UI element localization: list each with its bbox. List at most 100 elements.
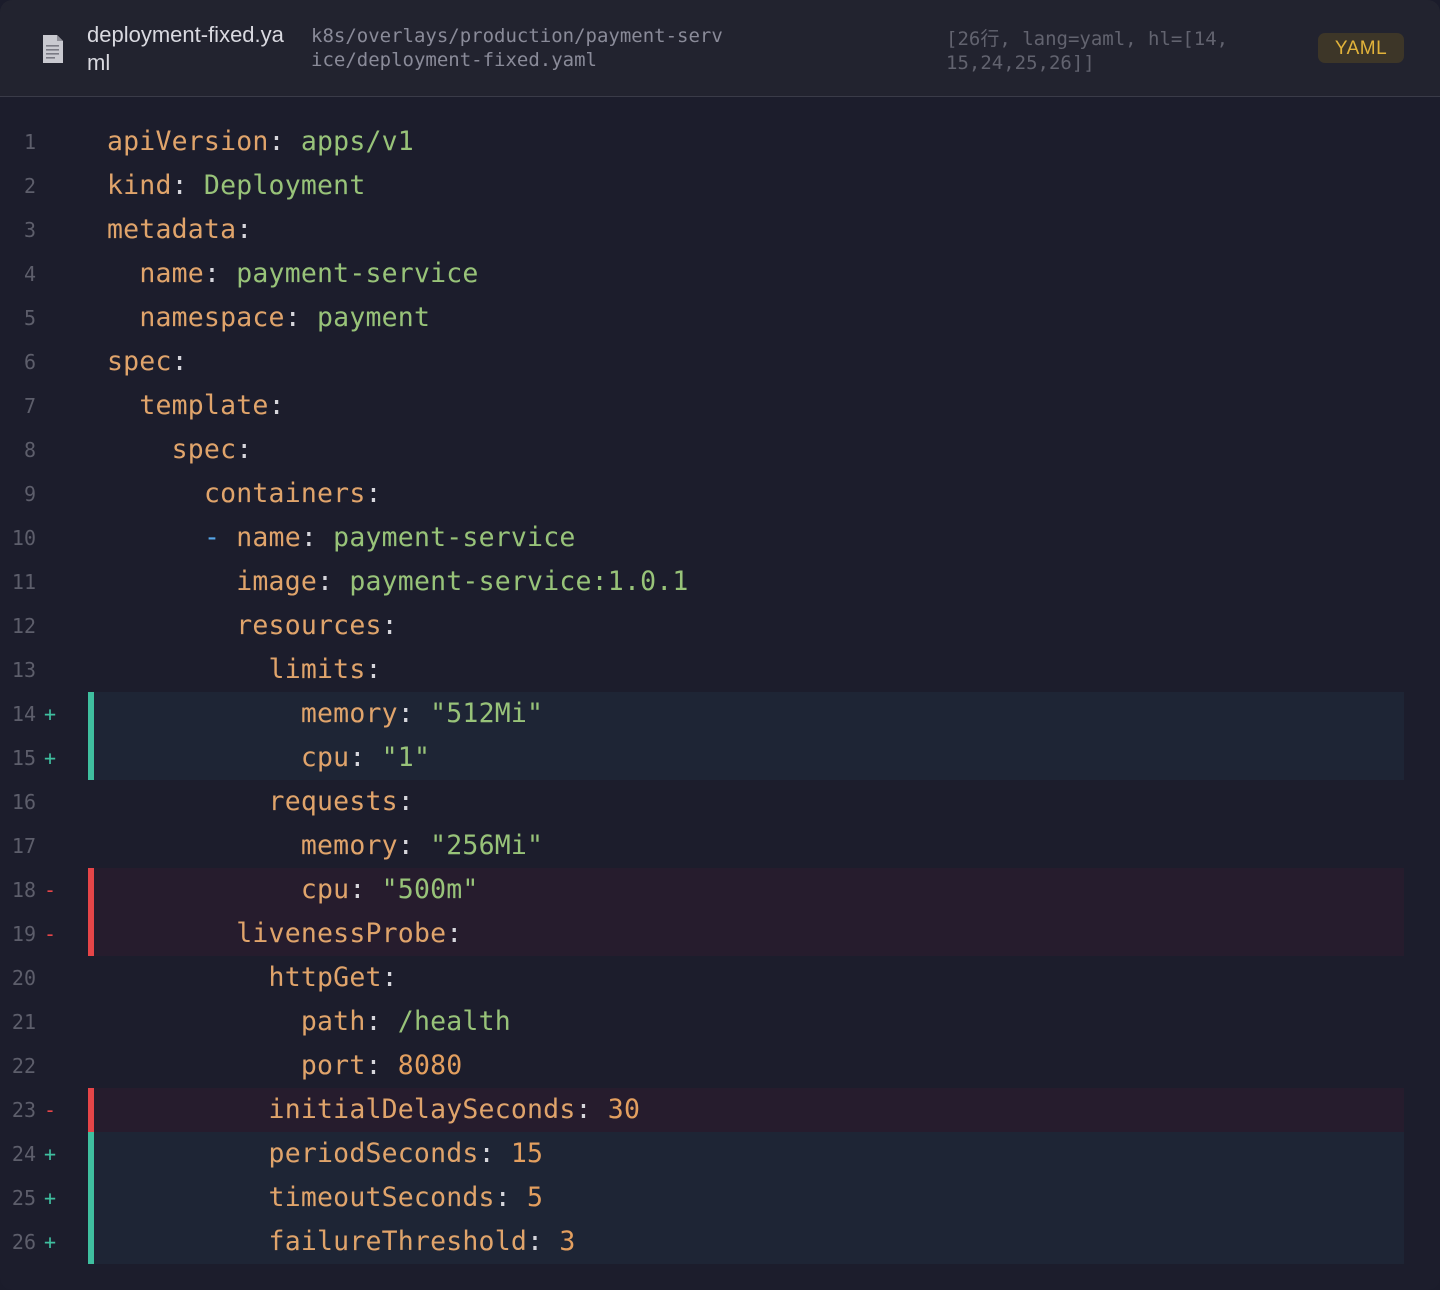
yaml-colon: :	[494, 1182, 511, 1213]
code-line: 10 - name: payment-service	[0, 516, 1440, 560]
line-number: 15	[11, 746, 36, 770]
yaml-key: spec	[171, 434, 237, 465]
code-text: kind: Deployment	[107, 164, 365, 208]
code-line: 20 httpGet:	[0, 956, 1440, 1000]
yaml-value: payment	[300, 302, 431, 333]
code-line: 12 resources:	[0, 604, 1440, 648]
yaml-key: failureThreshold	[268, 1226, 528, 1257]
code-line: 5 namespace: payment	[0, 296, 1440, 340]
yaml-value: 3	[543, 1226, 576, 1257]
code-line: 7 template:	[0, 384, 1440, 428]
diff-marker: +	[44, 746, 57, 770]
line-number: 21	[11, 1010, 36, 1034]
yaml-value: 15	[494, 1138, 544, 1169]
line-number: 23	[11, 1098, 36, 1122]
code-line: 26 + failureThreshold: 3	[0, 1220, 1440, 1264]
yaml-key: template	[139, 390, 269, 421]
diff-marker: -	[44, 1098, 57, 1122]
yaml-colon: :	[284, 302, 301, 333]
yaml-colon: :	[365, 654, 382, 685]
yaml-key: kind	[107, 170, 172, 201]
diff-bar	[88, 736, 94, 780]
line-number: 1	[23, 130, 36, 154]
line-number: 10	[11, 526, 36, 550]
yaml-value: payment-service	[317, 522, 576, 553]
yaml-key: requests	[268, 786, 398, 817]
file-header: deployment-fixed.yaml k8s/overlays/produ…	[0, 0, 1440, 97]
yaml-key: resources	[236, 610, 382, 641]
line-number: 25	[11, 1186, 36, 1210]
yaml-colon: :	[268, 126, 285, 157]
code-line: 22 port: 8080	[0, 1044, 1440, 1088]
diff-marker: +	[44, 702, 57, 726]
code-text: periodSeconds: 15	[107, 1132, 543, 1176]
line-number: 4	[23, 262, 36, 286]
code-line: 14 + memory: "512Mi"	[0, 692, 1440, 736]
code-text: cpu: "500m"	[107, 868, 479, 912]
yaml-key: periodSeconds	[268, 1138, 479, 1169]
code-text: cpu: "1"	[107, 736, 430, 780]
code-line: 17 memory: "256Mi"	[0, 824, 1440, 868]
yaml-key: timeoutSeconds	[268, 1182, 495, 1213]
code-text: spec:	[107, 428, 253, 472]
code-text: memory: "256Mi"	[107, 824, 543, 868]
code-line: 23- initialDelaySeconds: 30	[0, 1088, 1440, 1132]
yaml-key: metadata	[107, 214, 237, 245]
yaml-key: name	[139, 258, 204, 289]
document-icon	[43, 35, 63, 63]
yaml-colon: :	[365, 478, 382, 509]
line-number: 20	[11, 966, 36, 990]
code-line: 9 containers:	[0, 472, 1440, 516]
code-text: httpGet:	[107, 956, 398, 1000]
diff-bar	[88, 1220, 94, 1264]
yaml-key: spec	[107, 346, 172, 377]
line-number: 2	[23, 174, 36, 198]
code-text: initialDelaySeconds: 30	[107, 1088, 640, 1132]
code-line: 16 requests:	[0, 780, 1440, 824]
line-number: 18	[11, 878, 36, 902]
code-text: metadata:	[107, 208, 252, 252]
file-name: deployment-fixed.yaml	[87, 22, 284, 75]
yaml-colon: :	[203, 258, 221, 289]
file-meta-info: [26行, lang=yaml, hl=[14,15,24,25,26]]	[946, 28, 1229, 74]
line-number: 6	[23, 350, 36, 374]
code-line: 13 limits:	[0, 648, 1440, 692]
line-number: 26	[11, 1230, 36, 1254]
line-number: 8	[23, 438, 36, 462]
yaml-colon: :	[478, 1138, 495, 1169]
yaml-colon: :	[575, 1094, 592, 1125]
line-number: 19	[11, 922, 36, 946]
yaml-key: path	[300, 1006, 366, 1037]
diff-marker: +	[44, 1186, 57, 1210]
code-text: containers:	[107, 472, 382, 516]
yaml-colon: :	[236, 214, 253, 245]
yaml-colon: :	[397, 830, 414, 861]
yaml-value: apps/v1	[284, 126, 414, 157]
list-dash: -	[203, 522, 237, 553]
diff-marker: +	[44, 1142, 57, 1166]
diff-bar	[88, 1176, 94, 1220]
code-line: 4 name: payment-service	[0, 252, 1440, 296]
yaml-key: cpu	[300, 742, 350, 773]
yaml-key: limits	[268, 654, 366, 685]
diff-bar	[88, 868, 94, 912]
code-line: 25 + timeoutSeconds: 5	[0, 1176, 1440, 1220]
code-line: 6 spec:	[0, 340, 1440, 384]
code-text: timeoutSeconds: 5	[107, 1176, 543, 1220]
